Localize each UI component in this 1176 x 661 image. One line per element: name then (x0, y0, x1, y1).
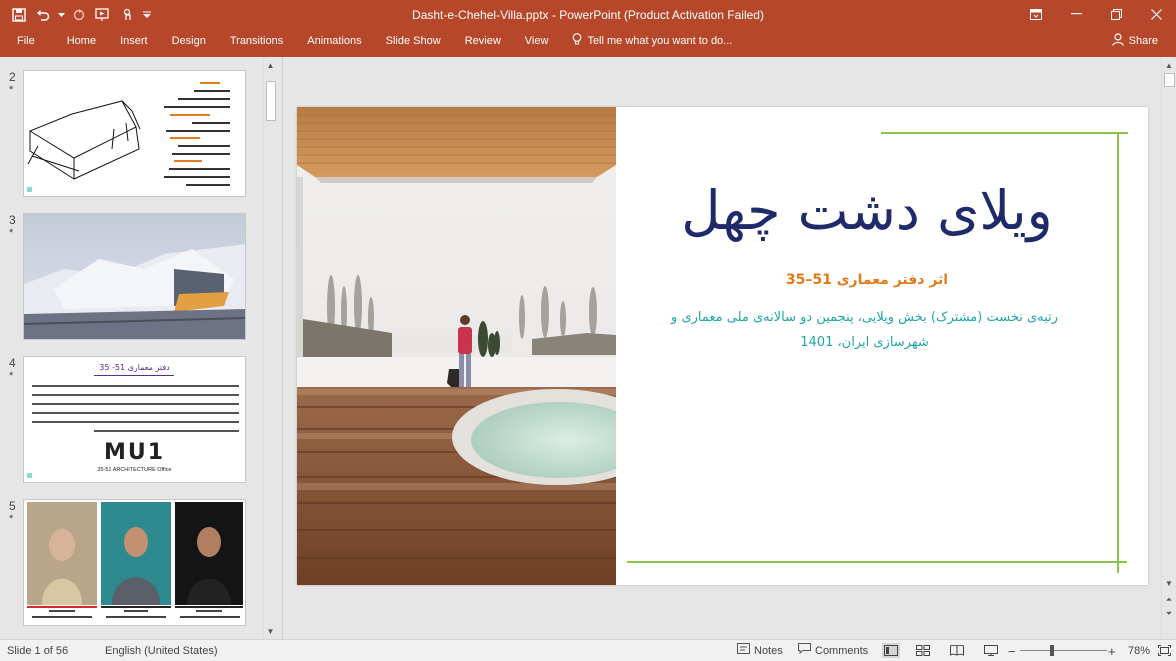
share-label: Share (1128, 35, 1158, 47)
snowy-villa-photo (24, 214, 245, 339)
zoom-in-icon[interactable]: + (1108, 640, 1116, 661)
tab-review[interactable]: Review (453, 30, 513, 52)
window-controls (1016, 0, 1176, 28)
minimize-icon[interactable] (1056, 0, 1096, 28)
thumbnail-scrollbar[interactable]: ▲ ▼ (263, 57, 277, 639)
decorative-green-line-top (881, 132, 1128, 134)
animation-star-icon: * (9, 370, 14, 382)
zoom-slider-thumb[interactable] (1050, 645, 1054, 656)
slide-title[interactable]: ویلای دشت چهل (637, 179, 1097, 242)
tell-me-label: Tell me what you want to do... (587, 35, 733, 47)
slide-body-text[interactable]: رتبه‌ی نخست (مشترک) بخش ویلایی، پنجمین د… (652, 305, 1077, 355)
animation-star-icon: * (9, 227, 14, 239)
thumbnail-frame: دفتر معماری 51- 35 MU1 35-51 ARCHITECTUR… (23, 356, 246, 483)
villa-terrace-photo (297, 107, 616, 585)
close-icon[interactable] (1136, 0, 1176, 28)
document-title: Dasht-e-Chehel-Villa.pptx - PowerPoint (… (412, 8, 764, 22)
slide-sorter-icon[interactable] (914, 643, 932, 658)
slide-editor: ویلای دشت چهل اثر دفتر معماری 51–35 رتبه… (284, 57, 1176, 639)
tab-home[interactable]: Home (55, 30, 108, 52)
share-button[interactable]: Share (1111, 31, 1158, 51)
comments-button[interactable]: Comments (798, 640, 868, 661)
tell-me-search[interactable]: Tell me what you want to do... (560, 30, 732, 52)
notes-label: Notes (754, 644, 783, 657)
thumbnail-frame (23, 70, 246, 197)
slide-show-icon[interactable] (982, 643, 1000, 658)
decorative-green-line-right (1117, 132, 1119, 573)
tab-transitions[interactable]: Transitions (218, 30, 295, 52)
tab-slide-show[interactable]: Slide Show (374, 30, 453, 52)
ribbon-display-options-icon[interactable] (1016, 0, 1056, 28)
slide-counter: Slide 1 of 56 (7, 644, 69, 657)
normal-view-icon[interactable] (882, 643, 900, 658)
scrollbar-thumb[interactable] (1164, 73, 1175, 87)
office-logo-caption: 35-51 ARCHITECTURE Office (97, 467, 172, 473)
house-sketch-illustration (27, 82, 230, 192)
notes-icon (737, 641, 750, 661)
slide-number: 2 (9, 70, 16, 84)
tab-file[interactable]: File (0, 30, 55, 52)
tab-insert[interactable]: Insert (108, 30, 160, 52)
language-indicator[interactable]: English (United States) (105, 640, 218, 661)
scroll-up-arrow-icon[interactable]: ▲ (1162, 59, 1176, 73)
undo-icon[interactable] (32, 4, 54, 26)
zoom-slider-track[interactable] (1020, 650, 1107, 651)
comments-label: Comments (815, 644, 869, 657)
current-slide[interactable]: ویلای دشت چهل اثر دفتر معماری 51–35 رتبه… (297, 107, 1148, 585)
slide-thumbnail-pane: 2 * 3 * 4 * دفتر معماری 51- 35 MU1 35-51… (0, 57, 283, 639)
touch-mode-icon[interactable] (116, 4, 138, 26)
notes-button[interactable]: Notes (737, 640, 783, 661)
save-icon[interactable] (8, 4, 30, 26)
office-logo: MU1 (103, 440, 166, 465)
slide-subtitle[interactable]: اثر دفتر معماری 51–35 (637, 272, 1097, 288)
restore-icon[interactable] (1096, 0, 1136, 28)
scrollbar-thumb[interactable] (266, 81, 276, 121)
scroll-up-arrow-icon[interactable]: ▲ (264, 59, 277, 73)
scroll-down-arrow-icon[interactable]: ▼ (1162, 577, 1176, 591)
ribbon-tabs: File Home Insert Design Transitions Anim… (0, 30, 732, 52)
title-bar: Dasht-e-Chehel-Villa.pptx - PowerPoint (… (0, 0, 1176, 57)
animation-star-icon: * (9, 513, 14, 525)
customize-toolbar-icon[interactable] (140, 4, 154, 26)
slide-number: 4 (9, 356, 16, 370)
comment-icon (798, 641, 811, 661)
slide-number: 5 (9, 499, 16, 513)
animation-star-icon: * (9, 84, 14, 96)
team-portraits-illustration (27, 502, 243, 618)
decorative-green-line-bottom (627, 561, 1127, 563)
tab-view[interactable]: View (513, 30, 561, 52)
tab-animations[interactable]: Animations (295, 30, 373, 52)
tab-design[interactable]: Design (160, 30, 218, 52)
status-bar: Slide 1 of 56 English (United States) No… (0, 639, 1176, 661)
next-slide-icon[interactable]: ⏷ (1162, 607, 1176, 621)
start-from-beginning-icon[interactable] (92, 4, 114, 26)
scroll-down-arrow-icon[interactable]: ▼ (264, 625, 277, 639)
fit-slide-to-window-icon[interactable] (1155, 643, 1173, 658)
quick-access-toolbar (8, 4, 154, 26)
zoom-out-icon[interactable]: − (1008, 640, 1016, 661)
editor-scrollbar[interactable]: ▲ ▼ ⏶ ⏷ (1161, 57, 1176, 639)
redo-icon[interactable] (68, 4, 90, 26)
lightbulb-icon (572, 33, 582, 49)
previous-slide-icon[interactable]: ⏶ (1162, 593, 1176, 607)
thumbnail-frame (23, 499, 246, 626)
slide-number: 3 (9, 213, 16, 227)
undo-dropdown-icon[interactable] (56, 4, 66, 26)
person-icon (1111, 33, 1124, 49)
zoom-level[interactable]: 78% (1128, 640, 1150, 661)
thumbnail-frame (23, 213, 246, 340)
reading-view-icon[interactable] (948, 643, 966, 658)
